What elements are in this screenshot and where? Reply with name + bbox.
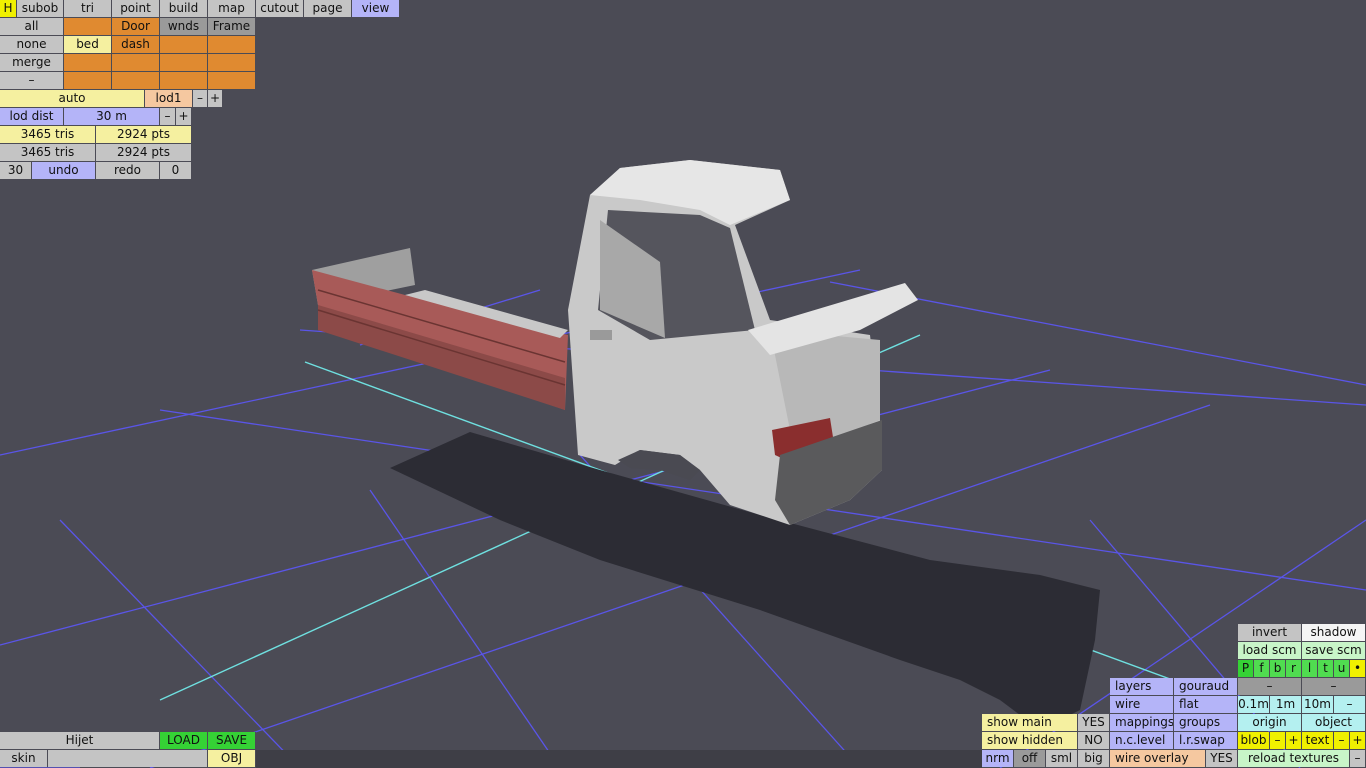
mode-sml[interactable]: sml [1046, 750, 1078, 767]
lod-minus-button[interactable]: – [193, 90, 208, 107]
tab-cutout[interactable]: cutout [256, 0, 304, 17]
view-front[interactable]: f [1254, 660, 1270, 677]
undo-count: 30 [0, 162, 32, 179]
remove-subobj-button[interactable]: – [0, 72, 64, 89]
groups-button[interactable]: groups [1174, 714, 1238, 731]
subobj-slot-8[interactable] [208, 36, 256, 53]
subobj-slot-1[interactable] [64, 18, 112, 35]
wire-button[interactable]: wire [1110, 696, 1174, 713]
tri-count-total: 3465 tris [0, 144, 96, 161]
lod-auto-button[interactable]: auto [0, 90, 145, 107]
mappings-button[interactable]: mappings [1110, 714, 1174, 731]
view-perspective[interactable]: P [1238, 660, 1254, 677]
grid-0-1m[interactable]: 0.1m [1238, 696, 1270, 713]
view-back[interactable]: b [1270, 660, 1286, 677]
decrease-a-button[interactable]: – [1238, 678, 1302, 695]
subobj-slot-10[interactable] [112, 54, 160, 71]
grid-10m[interactable]: 10m [1302, 696, 1334, 713]
tab-view[interactable]: view [352, 0, 400, 17]
merge-button[interactable]: merge [0, 54, 64, 71]
layers-button[interactable]: layers [1110, 678, 1174, 695]
status-strip [256, 750, 982, 768]
show-hidden-toggle[interactable]: show hidden [982, 732, 1078, 749]
lr-swap-button[interactable]: l.r.swap [1174, 732, 1238, 749]
help-button[interactable]: H [0, 0, 17, 17]
subobj-slot-13[interactable] [64, 72, 112, 89]
mode-big[interactable]: big [1078, 750, 1110, 767]
tab-page[interactable]: page [304, 0, 352, 17]
blob-minus-button[interactable]: – [1270, 732, 1286, 749]
subobj-slot-7[interactable] [160, 36, 208, 53]
point-count-total: 2924 pts [96, 144, 192, 161]
lod-dist-value[interactable]: 30 m [64, 108, 160, 125]
subobj-slot-16[interactable] [208, 72, 256, 89]
subobj-frame[interactable]: Frame [208, 18, 256, 35]
lod-dist-label: lod dist [0, 108, 64, 125]
load-scm-button[interactable]: load scm [1238, 642, 1302, 659]
subobj-slot-9[interactable] [64, 54, 112, 71]
nc-level-button[interactable]: n.c.level [1110, 732, 1174, 749]
reload-textures-button[interactable]: reload textures [1238, 750, 1350, 767]
blob-plus-button[interactable]: + [1286, 732, 1302, 749]
view-left[interactable]: l [1302, 660, 1318, 677]
load-button[interactable]: LOAD [160, 732, 208, 749]
origin-button[interactable]: origin [1238, 714, 1302, 731]
mode-nrm[interactable]: nrm [982, 750, 1014, 767]
text-plus-button[interactable]: + [1350, 732, 1366, 749]
grid-1m[interactable]: 1m [1270, 696, 1302, 713]
skin-label: skin [0, 750, 48, 767]
show-main-toggle[interactable]: show main [982, 714, 1078, 731]
tab-subob[interactable]: subob [17, 0, 64, 17]
obj-button[interactable]: OBJ [208, 750, 256, 767]
object-button[interactable]: object [1302, 714, 1366, 731]
redo-button[interactable]: redo [96, 162, 160, 179]
show-main-value[interactable]: YES [1078, 714, 1110, 731]
save-scm-button[interactable]: save scm [1302, 642, 1366, 659]
invert-button[interactable]: invert [1238, 624, 1302, 641]
tab-tri[interactable]: tri [64, 0, 112, 17]
view-right[interactable]: r [1286, 660, 1302, 677]
tab-build[interactable]: build [160, 0, 208, 17]
undo-button[interactable]: undo [32, 162, 96, 179]
view-under[interactable]: u [1334, 660, 1350, 677]
subobj-slot-12[interactable] [208, 54, 256, 71]
wire-overlay-toggle[interactable]: wire overlay [1110, 750, 1206, 767]
select-all-button[interactable]: all [0, 18, 64, 35]
viewport-3d[interactable] [0, 0, 1366, 768]
point-count: 2924 pts [96, 126, 192, 143]
select-none-button[interactable]: none [0, 36, 64, 53]
lod-plus-button[interactable]: + [208, 90, 223, 107]
gouraud-button[interactable]: gouraud [1174, 678, 1238, 695]
subobj-slot-11[interactable] [160, 54, 208, 71]
blob-label: blob [1238, 732, 1270, 749]
tab-map[interactable]: map [208, 0, 256, 17]
subobj-slot-15[interactable] [160, 72, 208, 89]
skin-field[interactable] [48, 750, 208, 767]
save-button[interactable]: SAVE [208, 732, 256, 749]
redo-count: 0 [160, 162, 192, 179]
lod-level[interactable]: lod1 [145, 90, 193, 107]
lod-dist-plus-button[interactable]: + [176, 108, 192, 125]
file-name-field[interactable]: Hijet [0, 732, 160, 749]
tri-count: 3465 tris [0, 126, 96, 143]
subobj-door[interactable]: Door [112, 18, 160, 35]
tab-point[interactable]: point [112, 0, 160, 17]
reload-minus-button[interactable]: – [1350, 750, 1366, 767]
lod-dist-minus-button[interactable]: – [160, 108, 176, 125]
subobj-dash[interactable]: dash [112, 36, 160, 53]
flat-button[interactable]: flat [1174, 696, 1238, 713]
show-hidden-value[interactable]: NO [1078, 732, 1110, 749]
view-dot-icon[interactable]: • [1350, 660, 1366, 677]
subobj-bed[interactable]: bed [64, 36, 112, 53]
wire-overlay-value[interactable]: YES [1206, 750, 1238, 767]
decrease-b-button[interactable]: – [1302, 678, 1366, 695]
mode-off[interactable]: off [1014, 750, 1046, 767]
text-label: text [1302, 732, 1334, 749]
subobj-wnds[interactable]: wnds [160, 18, 208, 35]
subobj-slot-14[interactable] [112, 72, 160, 89]
text-minus-button[interactable]: – [1334, 732, 1350, 749]
shadow-button[interactable]: shadow [1302, 624, 1366, 641]
view-top[interactable]: t [1318, 660, 1334, 677]
grid-minus[interactable]: – [1334, 696, 1366, 713]
